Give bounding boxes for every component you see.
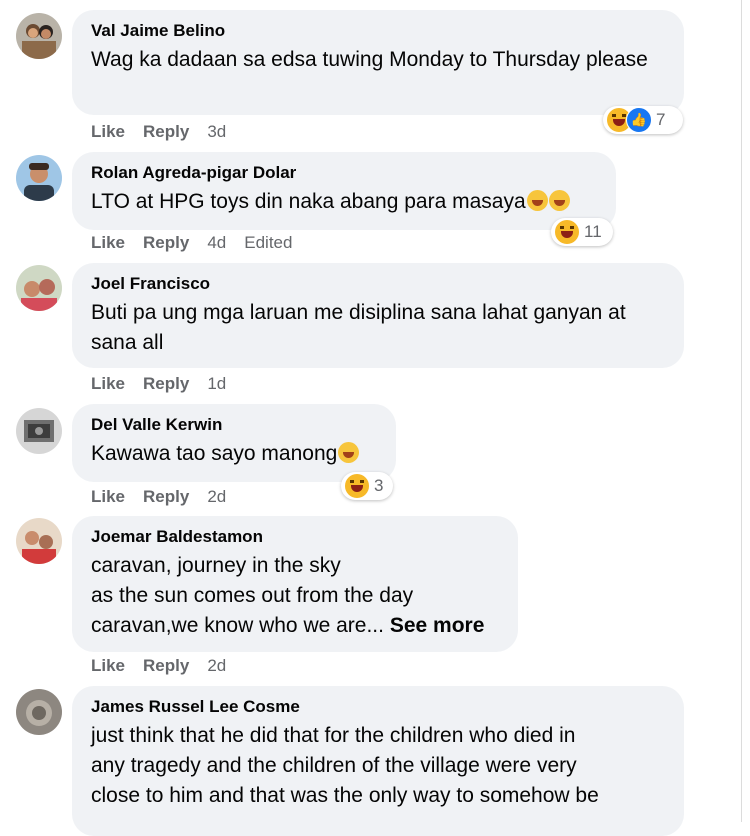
like-button[interactable]: Like <box>91 656 125 676</box>
haha-reaction-icon <box>554 219 580 245</box>
comment-actions: Like Reply 4d Edited <box>91 233 310 253</box>
comment-bubble: Joemar Baldestamon caravan, journey in t… <box>72 516 518 652</box>
comment-bubble: James Russel Lee Cosme just think that h… <box>72 686 684 836</box>
comment-author[interactable]: James Russel Lee Cosme <box>91 696 666 718</box>
comment-author[interactable]: Rolan Agreda-pigar Dolar <box>91 162 598 184</box>
comment-text: LTO at HPG toys din naka abang para masa… <box>91 187 598 217</box>
comment-text-content: Kawawa tao sayo manong <box>91 442 338 465</box>
like-button[interactable]: Like <box>91 233 125 253</box>
comment-timestamp[interactable]: 2d <box>207 487 226 507</box>
comment-text: Wag ka dadaan sa edsa tuwing Monday to T… <box>91 48 648 71</box>
reaction-count: 11 <box>584 222 602 241</box>
reaction-count: 7 <box>656 110 666 129</box>
comment-timestamp[interactable]: 3d <box>207 122 226 142</box>
comment-timestamp[interactable]: 2d <box>207 656 226 676</box>
avatar[interactable] <box>16 689 62 735</box>
comment-bubble: Val Jaime Belino Wag ka dadaan sa edsa t… <box>72 10 684 115</box>
avatar[interactable] <box>16 518 62 564</box>
edited-label: Edited <box>244 233 293 252</box>
like-reaction-icon: 👍 <box>626 107 652 133</box>
comment-text-content: LTO at HPG toys din naka abang para masa… <box>91 190 526 213</box>
haha-reaction-icon <box>344 473 370 499</box>
comment-text: Kawawa tao sayo manong <box>91 439 378 469</box>
comment-text-line: caravan, journey in the sky <box>91 554 341 577</box>
comment-timestamp[interactable]: 1d <box>207 374 226 394</box>
comment-text-line: any tragedy and the children of the vill… <box>91 754 577 777</box>
reply-button[interactable]: Reply <box>143 374 189 394</box>
comment-bubble: Joel Francisco Buti pa ung mga laruan me… <box>72 263 684 368</box>
laughing-emoji-icon <box>338 442 360 463</box>
reply-button[interactable]: Reply <box>143 656 189 676</box>
reaction-count: 3 <box>374 476 384 495</box>
reply-button[interactable]: Reply <box>143 122 189 142</box>
grinning-emoji-icon <box>526 190 548 211</box>
reply-button[interactable]: Reply <box>143 233 189 253</box>
comment-text: caravan, journey in the sky as the sun c… <box>91 551 500 641</box>
comment-actions: Like Reply 3d <box>91 122 244 142</box>
avatar[interactable] <box>16 13 62 59</box>
comment-bubble: Del Valle Kerwin Kawawa tao sayo manong <box>72 404 396 482</box>
comment-actions: Like Reply 2d <box>91 656 244 676</box>
comment-text: Buti pa ung mga laruan me disiplina sana… <box>91 301 626 354</box>
scrollbar-track[interactable] <box>741 0 750 822</box>
comment-text-content: caravan,we know who we are... <box>91 614 384 637</box>
avatar[interactable] <box>16 155 62 201</box>
comment-actions: Like Reply 1d <box>91 374 244 394</box>
reply-button[interactable]: Reply <box>143 487 189 507</box>
comment-text-line: just think that he did that for the chil… <box>91 724 576 747</box>
comment-timestamp[interactable]: 4d <box>207 233 226 253</box>
avatar[interactable] <box>16 265 62 311</box>
comment-text-line: as the sun comes out from the day <box>91 584 414 607</box>
comment-actions: Like Reply 2d <box>91 487 244 507</box>
like-button[interactable]: Like <box>91 122 125 142</box>
see-more-link[interactable]: See more <box>390 614 485 637</box>
comment-bubble: Rolan Agreda-pigar Dolar LTO at HPG toys… <box>72 152 616 230</box>
reaction-summary[interactable]: 11 <box>551 218 613 246</box>
comment-author[interactable]: Del Valle Kerwin <box>91 414 378 436</box>
comment-author[interactable]: Joel Francisco <box>91 273 666 295</box>
avatar[interactable] <box>16 408 62 454</box>
comment-text: just think that he did that for the chil… <box>91 721 666 811</box>
like-button[interactable]: Like <box>91 487 125 507</box>
reaction-summary[interactable]: 👍 7 <box>603 106 683 134</box>
comment-text-line: close to him and that was the only way t… <box>91 784 599 807</box>
reaction-summary[interactable]: 3 <box>341 472 393 500</box>
comment-text-line: caravan,we know who we are... See more <box>91 611 500 641</box>
comment-author[interactable]: Joemar Baldestamon <box>91 526 500 548</box>
like-button[interactable]: Like <box>91 374 125 394</box>
comment-author[interactable]: Val Jaime Belino <box>91 20 666 42</box>
grinning-emoji-icon <box>548 190 570 211</box>
